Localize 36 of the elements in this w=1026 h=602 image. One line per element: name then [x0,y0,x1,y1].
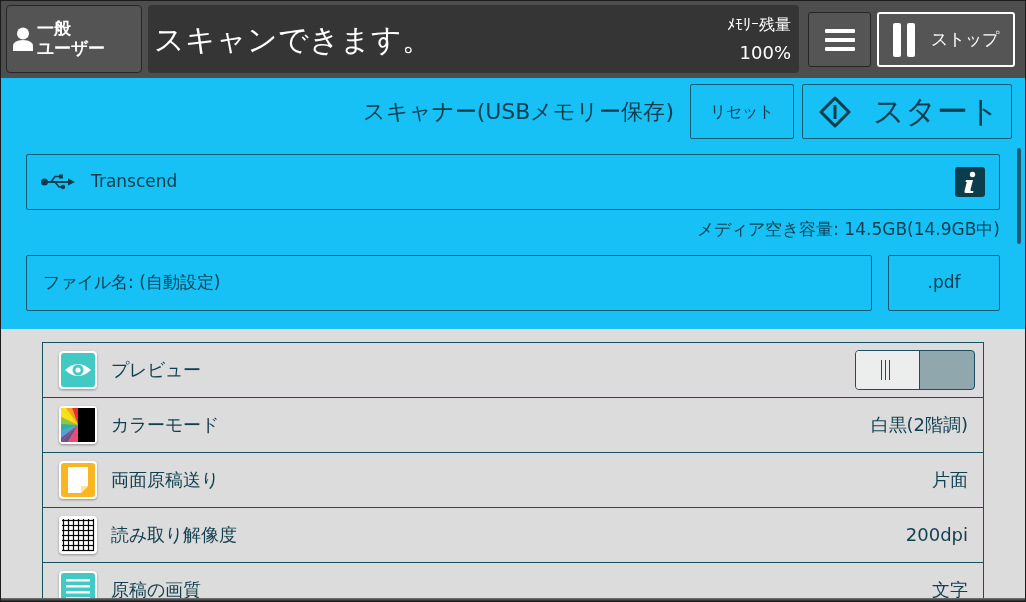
status-message: スキャンできます。 [154,21,432,59]
setting-value: 文字 [932,579,969,601]
color-fan-icon [59,406,97,444]
setting-value: 200dpi [905,524,969,546]
setting-row[interactable]: プレビュー [43,342,983,397]
stop-button[interactable]: ストップ [877,12,1015,67]
panel-title: スキャナー(USBメモリー保存) [362,98,674,126]
lines-icon [59,571,97,601]
setting-row[interactable]: カラーモード 白黒(2階調) [43,397,983,452]
scroll-bar[interactable] [1017,148,1021,244]
user-button[interactable]: 一般 ユーザー [6,5,142,73]
setting-value: 片面 [932,469,969,491]
file-name-field[interactable]: ファイル名: (自動設定) [26,255,872,311]
memory-label: ﾒﾓﾘｰ残量 [727,17,791,33]
file-type-button[interactable]: .pdf [888,255,1000,311]
info-icon [955,167,985,197]
reset-button[interactable]: リセット [690,84,794,139]
free-space-text: メディア空き容量: 14.5GB(14.9GB中) [697,219,1000,239]
menu-button[interactable] [808,12,871,67]
device-name: Transcend [91,170,179,194]
pause-icon [893,22,915,57]
setting-row[interactable]: 読み取り解像度 200dpi [43,507,983,562]
usb-icon [41,174,75,190]
grid-icon [59,516,97,554]
page-icon [59,461,97,499]
setting-row[interactable]: 両面原稿送り 片面 [43,452,983,507]
start-button[interactable]: スタート [802,84,1012,139]
menu-icon [824,28,855,51]
user-icon [13,27,33,51]
start-icon [819,95,851,128]
setting-value: 白黒(2階調) [870,414,969,436]
preview-toggle[interactable] [855,350,975,390]
eye-icon [59,351,97,389]
memory-value: 100% [739,44,791,62]
usb-device-field[interactable]: Transcend [26,154,1000,210]
setting-row[interactable]: 原稿の画質 文字 [43,562,983,601]
